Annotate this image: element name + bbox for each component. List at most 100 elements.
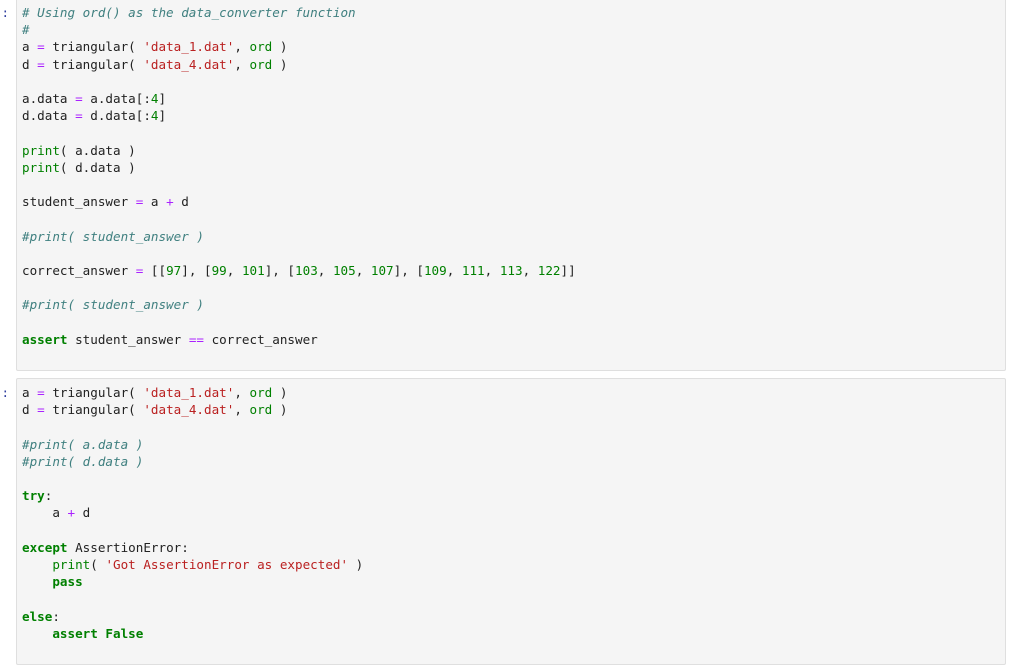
token-builtin: ord [249, 385, 273, 400]
code-line: pass [22, 573, 1001, 590]
token-plain: ], [ [181, 263, 212, 279]
token-plain: ( [90, 557, 106, 573]
token-number: 109 [423, 263, 447, 279]
token-plain: ], [ [393, 263, 424, 279]
cell-input-area[interactable]: # Using ord() as the data_converter func… [16, 0, 1006, 372]
token-operator: = [37, 385, 45, 400]
code-line: d = triangular( 'data_4.dat', ord ) [22, 401, 1001, 418]
token-plain: , [317, 263, 333, 279]
token-plain: d [22, 56, 38, 72]
token-plain: d [75, 505, 91, 521]
token-keyword: try [22, 488, 45, 504]
token-number: 105 [332, 263, 356, 279]
token-number: 97 [166, 263, 182, 279]
token-operator: = [37, 39, 45, 55]
code-line: print( d.data ) [22, 159, 1001, 176]
code-line: correct_answer = [[97], [99, 101], [103,… [22, 262, 1001, 279]
token-plain: student_answer [22, 194, 136, 210]
token-plain: : [52, 608, 60, 624]
code-line: #print( student_answer ) [22, 228, 1001, 245]
token-plain: ) [348, 557, 364, 573]
token-comment: # [22, 22, 30, 38]
code-editor[interactable]: a = triangular( 'data_1.dat', ord ) d = t… [22, 384, 1001, 659]
code-editor[interactable]: # Using ord() as the data_converter func… [22, 4, 1001, 365]
code-line: d = triangular( 'data_4.dat', ord ) [22, 56, 1001, 73]
token-plain: triangular( [44, 385, 144, 400]
token-plain: , [234, 56, 250, 72]
code-line: d.data = d.data[:4] [22, 107, 1001, 124]
code-line: except AssertionError: [22, 539, 1001, 556]
token-operator: + [166, 194, 174, 210]
token-plain: triangular( [44, 56, 144, 72]
token-plain: a.data[: [82, 91, 151, 107]
code-line: a.data = a.data[:4] [22, 90, 1001, 107]
token-plain: student_answer [67, 331, 189, 347]
code-line: #print( student_answer ) [22, 296, 1001, 313]
code-cell[interactable]: : # Using ord() as the data_converter fun… [0, 0, 1024, 372]
token-plain: d.data [22, 108, 76, 124]
token-plain: d [173, 194, 189, 210]
token-plain: ]] [560, 263, 576, 279]
token-plain: a [22, 39, 38, 55]
token-number: 99 [211, 263, 227, 279]
token-operator: = [37, 402, 45, 418]
token-plain: d.data[: [82, 108, 151, 124]
token-plain: , [522, 263, 538, 279]
token-plain: , [234, 402, 250, 418]
token-string: 'data_4.dat' [143, 56, 235, 72]
code-line: a = triangular( 'data_1.dat', ord ) [22, 384, 1001, 401]
token-comment: #print( student_answer ) [22, 228, 204, 244]
token-number: 103 [295, 263, 318, 279]
token-builtin: print [22, 142, 60, 158]
token-number: 101 [241, 263, 265, 279]
token-number: 111 [461, 263, 485, 279]
token-plain: ) [272, 402, 288, 418]
code-line: #print( d.data ) [22, 453, 1001, 470]
token-number: 122 [537, 263, 561, 279]
code-cell[interactable]: : a = triangular( 'data_1.dat', ord ) d = … [0, 378, 1024, 666]
token-comment: #print( d.data ) [22, 453, 144, 469]
token-string: 'data_4.dat' [143, 402, 235, 418]
token-plain: triangular( [44, 39, 144, 55]
token-builtin: ord [249, 402, 273, 418]
code-line: print( a.data ) [22, 142, 1001, 159]
code-line: assert student_answer == correct_answer [22, 331, 1001, 348]
token-operator: + [67, 505, 76, 521]
token-plain: ( d.data ) [59, 159, 136, 175]
token-builtin: print [52, 557, 91, 573]
token-operator: = [37, 56, 45, 72]
token-keyword: else [22, 608, 53, 624]
token-plain: , [234, 39, 250, 55]
token-keyword: assert False [52, 625, 144, 641]
token-plain: triangular( [44, 402, 144, 418]
code-line: else: [22, 608, 1001, 625]
cell-prompt: : [1, 385, 9, 400]
token-plain: , [484, 263, 500, 279]
token-string: 'Got AssertionError as expected' [105, 557, 349, 573]
token-string: 'data_1.dat' [143, 385, 235, 400]
token-plain: correct_answer [22, 263, 136, 279]
cell-input-area[interactable]: a = triangular( 'data_1.dat', ord ) d = t… [16, 378, 1006, 666]
code-line: a = triangular( 'data_1.dat', ord ) [22, 38, 1001, 55]
token-string: 'data_1.dat' [143, 39, 235, 55]
token-plain: a [143, 194, 167, 210]
token-number: 113 [499, 263, 523, 279]
token-comment: #print( a.data ) [22, 436, 144, 452]
token-plain: , [226, 263, 242, 279]
token-plain: a.data [22, 91, 76, 107]
code-line: assert False [22, 625, 1001, 642]
token-operator: = [75, 108, 83, 124]
token-comment: # Using ord() as the data_converter func… [22, 5, 356, 20]
